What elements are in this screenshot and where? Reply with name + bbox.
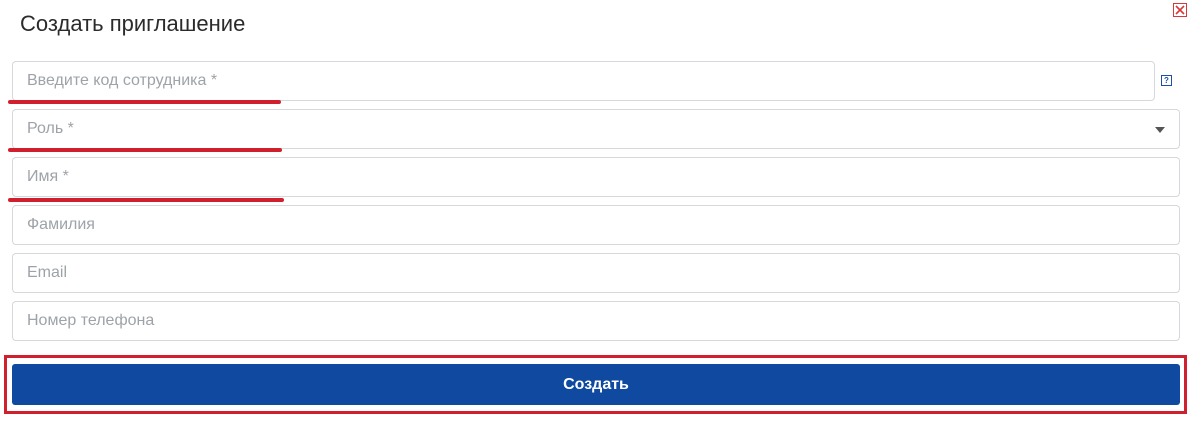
role-select[interactable]: Роль *: [12, 109, 1180, 149]
chevron-down-icon: [1155, 127, 1165, 133]
annotation-underline-name: [8, 198, 284, 202]
email-input[interactable]: [13, 254, 1179, 292]
employee-code-input[interactable]: [13, 62, 1154, 100]
phone-input[interactable]: [13, 302, 1179, 340]
first-name-input[interactable]: [13, 158, 1179, 196]
email-field: [12, 253, 1180, 293]
dialog-title: Создать приглашение: [20, 11, 246, 36]
question-icon[interactable]: ?: [1161, 75, 1172, 86]
role-select-value: Роль *: [27, 120, 74, 137]
last-name-input[interactable]: [13, 206, 1179, 244]
annotation-underline-role: [8, 148, 282, 152]
employee-code-field: [12, 61, 1155, 101]
phone-field: [12, 301, 1180, 341]
annotation-underline-code: [8, 100, 281, 104]
last-name-field: [12, 205, 1180, 245]
first-name-field: [12, 157, 1180, 197]
create-button[interactable]: Создать: [12, 364, 1180, 405]
close-icon: [1175, 5, 1185, 15]
close-button[interactable]: [1173, 3, 1187, 17]
